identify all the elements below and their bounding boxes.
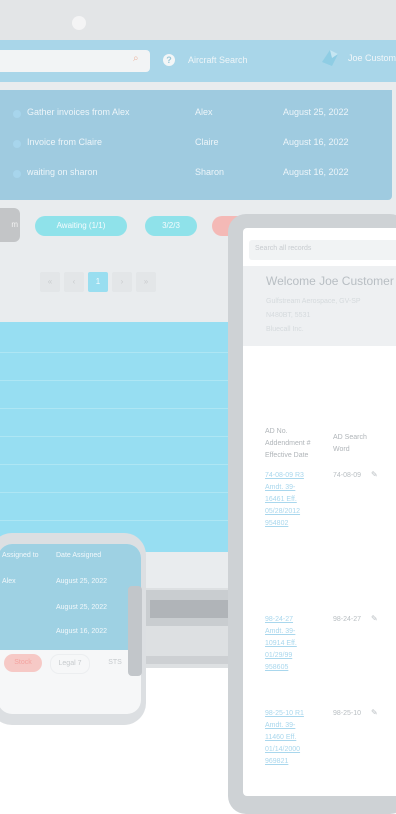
welcome-title: Welcome Joe Customer bbox=[266, 274, 394, 288]
page-last-button[interactable]: » bbox=[136, 272, 156, 292]
user-name[interactable]: Joe Customer bbox=[348, 53, 396, 63]
task-row[interactable]: waiting on sharon Sharon August 16, 2022 bbox=[0, 158, 392, 188]
ad-line: 98-24-27 bbox=[265, 616, 294, 623]
aircraft-owner: Bluecall Inc. bbox=[266, 326, 304, 333]
task-date: August 25, 2022 bbox=[283, 107, 349, 117]
pagination: « ‹ 1 › » bbox=[40, 272, 164, 294]
pencil-icon[interactable]: ✎ bbox=[371, 708, 378, 717]
task-name: Invoice from Claire bbox=[27, 137, 103, 147]
search-input[interactable] bbox=[0, 50, 150, 72]
aircraft-model: Gulfstream Aerospace, GV-SP bbox=[266, 298, 361, 305]
aircraft-serial: N480BT, 5531 bbox=[266, 312, 311, 319]
task-row[interactable]: Gather invoices from Alex Alex August 25… bbox=[0, 98, 392, 128]
ad-search-word: 74-08-09 bbox=[333, 472, 362, 479]
ad-line: Amdt. 39- bbox=[265, 628, 296, 635]
task-person: Sharon bbox=[195, 167, 225, 177]
task-person: Claire bbox=[195, 137, 219, 147]
laptop-hinge-shadow bbox=[150, 600, 230, 618]
ad-line: 05/28/2012 bbox=[265, 508, 301, 515]
ad-search-word: 98-24-27 bbox=[333, 616, 362, 623]
ad-line: Amdt. 39- bbox=[265, 722, 296, 729]
task-status-dot bbox=[13, 170, 21, 178]
filter-pill-count[interactable]: 3/2/3 bbox=[145, 216, 197, 236]
task-date: August 16, 2022 bbox=[283, 167, 349, 177]
ad-line: Amdt. 39- bbox=[265, 484, 296, 491]
help-icon[interactable]: ? bbox=[163, 54, 175, 66]
task-name: waiting on sharon bbox=[27, 167, 98, 177]
ad-line: 954802 bbox=[265, 520, 289, 527]
ad-line: 16461 Eff. bbox=[265, 496, 297, 503]
task-panel: Gather invoices from Alex Alex August 25… bbox=[0, 90, 392, 200]
ad-line: 01/14/2000 bbox=[265, 746, 301, 753]
header-line: AD No. bbox=[265, 428, 288, 435]
page-prev-button[interactable]: ‹ bbox=[64, 272, 84, 292]
task-date: August 16, 2022 bbox=[283, 137, 349, 147]
ad-line: 11460 Eff. bbox=[265, 734, 297, 741]
phone-row-date: August 16, 2022 bbox=[56, 628, 107, 635]
phone-screen: Assigned to Date Assigned Alex August 25… bbox=[0, 544, 141, 714]
ad-line: 98-25-10 R1 bbox=[265, 710, 304, 717]
ad-line: 958605 bbox=[265, 664, 289, 671]
phone-row-person: Alex bbox=[2, 578, 16, 585]
task-name: Gather invoices from Alex bbox=[27, 107, 130, 117]
ad-link[interactable]: 74-08-09 R3 Amdt. 39- 16461 Eff. 05/28/2… bbox=[265, 470, 304, 530]
phone-col-assigned: Assigned to bbox=[2, 552, 39, 559]
filter-button[interactable]: m bbox=[0, 208, 20, 242]
phone-col-date: Date Assigned bbox=[56, 552, 102, 559]
task-status-dot bbox=[13, 110, 21, 118]
nav-aircraft-search[interactable]: Aircraft Search bbox=[188, 55, 248, 65]
tablet-screen: Search all records Welcome Joe Customer … bbox=[243, 228, 396, 796]
search-icon[interactable]: ⌕ bbox=[133, 54, 143, 64]
page-first-button[interactable]: « bbox=[40, 272, 60, 292]
page-next-button[interactable]: › bbox=[112, 272, 132, 292]
column-header-ad-no: AD No. Addendment # Effective Date bbox=[265, 426, 311, 462]
top-bar: ⌕ ? Aircraft Search Joe Customer bbox=[0, 40, 396, 82]
ad-line: 01/29/99 bbox=[265, 652, 293, 659]
ad-line: 74-08-09 R3 bbox=[265, 472, 304, 479]
page-number-button[interactable]: 1 bbox=[88, 272, 108, 292]
phone-side-button bbox=[128, 586, 142, 676]
task-person: Alex bbox=[195, 107, 213, 117]
filter-pill-awaiting[interactable]: Awaiting (1/1) bbox=[35, 216, 127, 236]
phone-pill-legal[interactable]: Legal 7 bbox=[50, 654, 90, 674]
phone-pill-stock[interactable]: Stock bbox=[4, 654, 42, 672]
pencil-icon[interactable]: ✎ bbox=[371, 470, 378, 479]
ad-line: 10914 Eff. bbox=[265, 640, 297, 647]
phone-table: Assigned to Date Assigned Alex August 25… bbox=[0, 544, 141, 650]
column-header-search-word: AD Search Word bbox=[333, 432, 367, 456]
ad-line: 969821 bbox=[265, 758, 289, 765]
ad-search-word: 98-25-10 bbox=[333, 710, 362, 717]
laptop-camera bbox=[72, 16, 86, 30]
phone-row-date: August 25, 2022 bbox=[56, 578, 107, 585]
task-row[interactable]: Invoice from Claire Claire August 16, 20… bbox=[0, 128, 392, 158]
header-line: Addendment # bbox=[265, 440, 311, 447]
ad-link[interactable]: 98-24-27 Amdt. 39- 10914 Eff. 01/29/99 9… bbox=[265, 614, 297, 674]
header-line: Word bbox=[333, 446, 350, 453]
pencil-icon[interactable]: ✎ bbox=[371, 614, 378, 623]
phone-row-date: August 25, 2022 bbox=[56, 604, 107, 611]
tablet-search-placeholder: Search all records bbox=[255, 245, 312, 252]
user-logo-icon bbox=[322, 50, 338, 66]
task-status-dot bbox=[13, 140, 21, 148]
ad-link[interactable]: 98-25-10 R1 Amdt. 39- 11460 Eff. 01/14/2… bbox=[265, 708, 304, 768]
header-line: Effective Date bbox=[265, 452, 309, 459]
header-line: AD Search bbox=[333, 434, 367, 441]
